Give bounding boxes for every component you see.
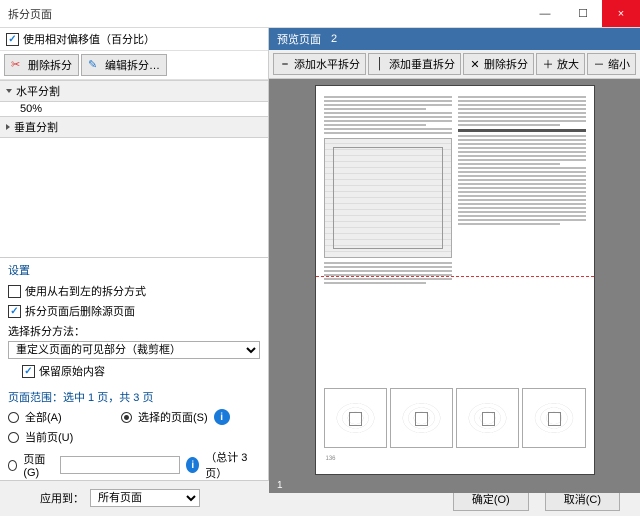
relative-offset-checkbox[interactable] [6,33,19,46]
apply-row: 应用到： 所有页面 [0,485,268,511]
total-pages-label: （总计 3 页） [205,449,260,481]
preview-area[interactable]: 136 1 [269,79,640,493]
delete-split-button[interactable]: 删除拆分 [4,54,79,76]
window-title: 拆分页面 [0,6,52,22]
horizontal-section-header[interactable]: 水平分割 [0,80,268,102]
del-icon: ✕ [469,58,481,70]
delete-source-option[interactable]: 拆分页面后删除源页面 [8,301,260,321]
add-h-icon: ⎯ [279,58,291,70]
split-toolbar: 删除拆分 编辑拆分… [0,50,268,80]
vertical-section-header[interactable]: 垂直分割 [0,116,268,138]
rtl-option[interactable]: 使用从右到左的拆分方式 [8,281,260,301]
maximize-button[interactable]: ☐ [564,0,602,27]
contour-figures [324,388,586,448]
edit-split-button[interactable]: 编辑拆分… [81,54,167,76]
pages-radio[interactable] [8,460,17,471]
zoom-in-button[interactable]: ＋放大 [536,53,585,75]
left-panel: 使用相对偏移值（百分比） 删除拆分 编辑拆分… 水平分割 50% 垂直分割 设置 [0,28,269,480]
chevron-right-icon [6,124,10,130]
current-page-radio[interactable] [8,432,19,443]
horizontal-split-value[interactable]: 50% [0,102,268,116]
add-vertical-split-button[interactable]: │添加垂直拆分 [368,53,461,75]
rtl-checkbox[interactable] [8,285,21,298]
info-icon[interactable]: i [214,409,230,425]
page-preview: 136 [315,85,595,475]
apply-to-select[interactable]: 所有页面 [90,489,200,507]
scissors-icon [11,58,25,72]
preview-toolbar: ⎯添加水平拆分 │添加垂直拆分 ✕删除拆分 ＋放大 －缩小 [269,50,640,79]
vertical-section-body [0,138,268,258]
chevron-down-icon [6,89,12,93]
minimize-button[interactable]: — [526,0,564,27]
keep-original-checkbox[interactable] [22,365,35,378]
settings-group: 设置 使用从右到左的拆分方式 拆分页面后删除源页面 选择拆分方法： 重定义页面的… [0,258,268,385]
page-range-input[interactable] [60,456,180,474]
preview-page-index: 2 [331,33,337,45]
add-v-icon: │ [374,58,386,70]
relative-offset-label: 使用相对偏移值（百分比） [23,31,155,47]
window-controls: — ☐ × [526,0,640,27]
preview-page-number: 1 [277,480,283,491]
scope-title: 页面范围：选中 1 页，共 3 页 [8,387,260,407]
plus-icon: ＋ [542,58,554,70]
right-panel: 预览页面 2 ⎯添加水平拆分 │添加垂直拆分 ✕删除拆分 ＋放大 －缩小 [269,28,640,480]
titlebar: 拆分页面 — ☐ × [0,0,640,28]
edit-icon [88,58,102,72]
close-button[interactable]: × [602,0,640,27]
add-horizontal-split-button[interactable]: ⎯添加水平拆分 [273,53,366,75]
settings-title: 设置 [8,262,260,281]
selected-pages-radio[interactable] [121,412,132,423]
apply-label: 应用到： [40,490,84,506]
delete-split-button-2[interactable]: ✕删除拆分 [463,53,534,75]
method-label: 选择拆分方法： [8,321,260,339]
zoom-out-button[interactable]: －缩小 [587,53,636,75]
doc-page-number: 136 [326,456,336,462]
minus-icon: － [593,58,605,70]
preview-header: 预览页面 2 [269,28,640,50]
page-scope-group: 页面范围：选中 1 页，共 3 页 全部(A) 选择的页面(S) i 当前页(U… [0,385,268,485]
all-pages-radio[interactable] [8,412,19,423]
info-icon-2[interactable]: i [186,457,199,473]
delete-source-checkbox[interactable] [8,305,21,318]
split-method-select[interactable]: 重定义页面的可见部分（裁剪框） [8,341,260,359]
keep-original-option[interactable]: 保留原始内容 [8,361,260,381]
floor-plan-figure [324,138,452,258]
